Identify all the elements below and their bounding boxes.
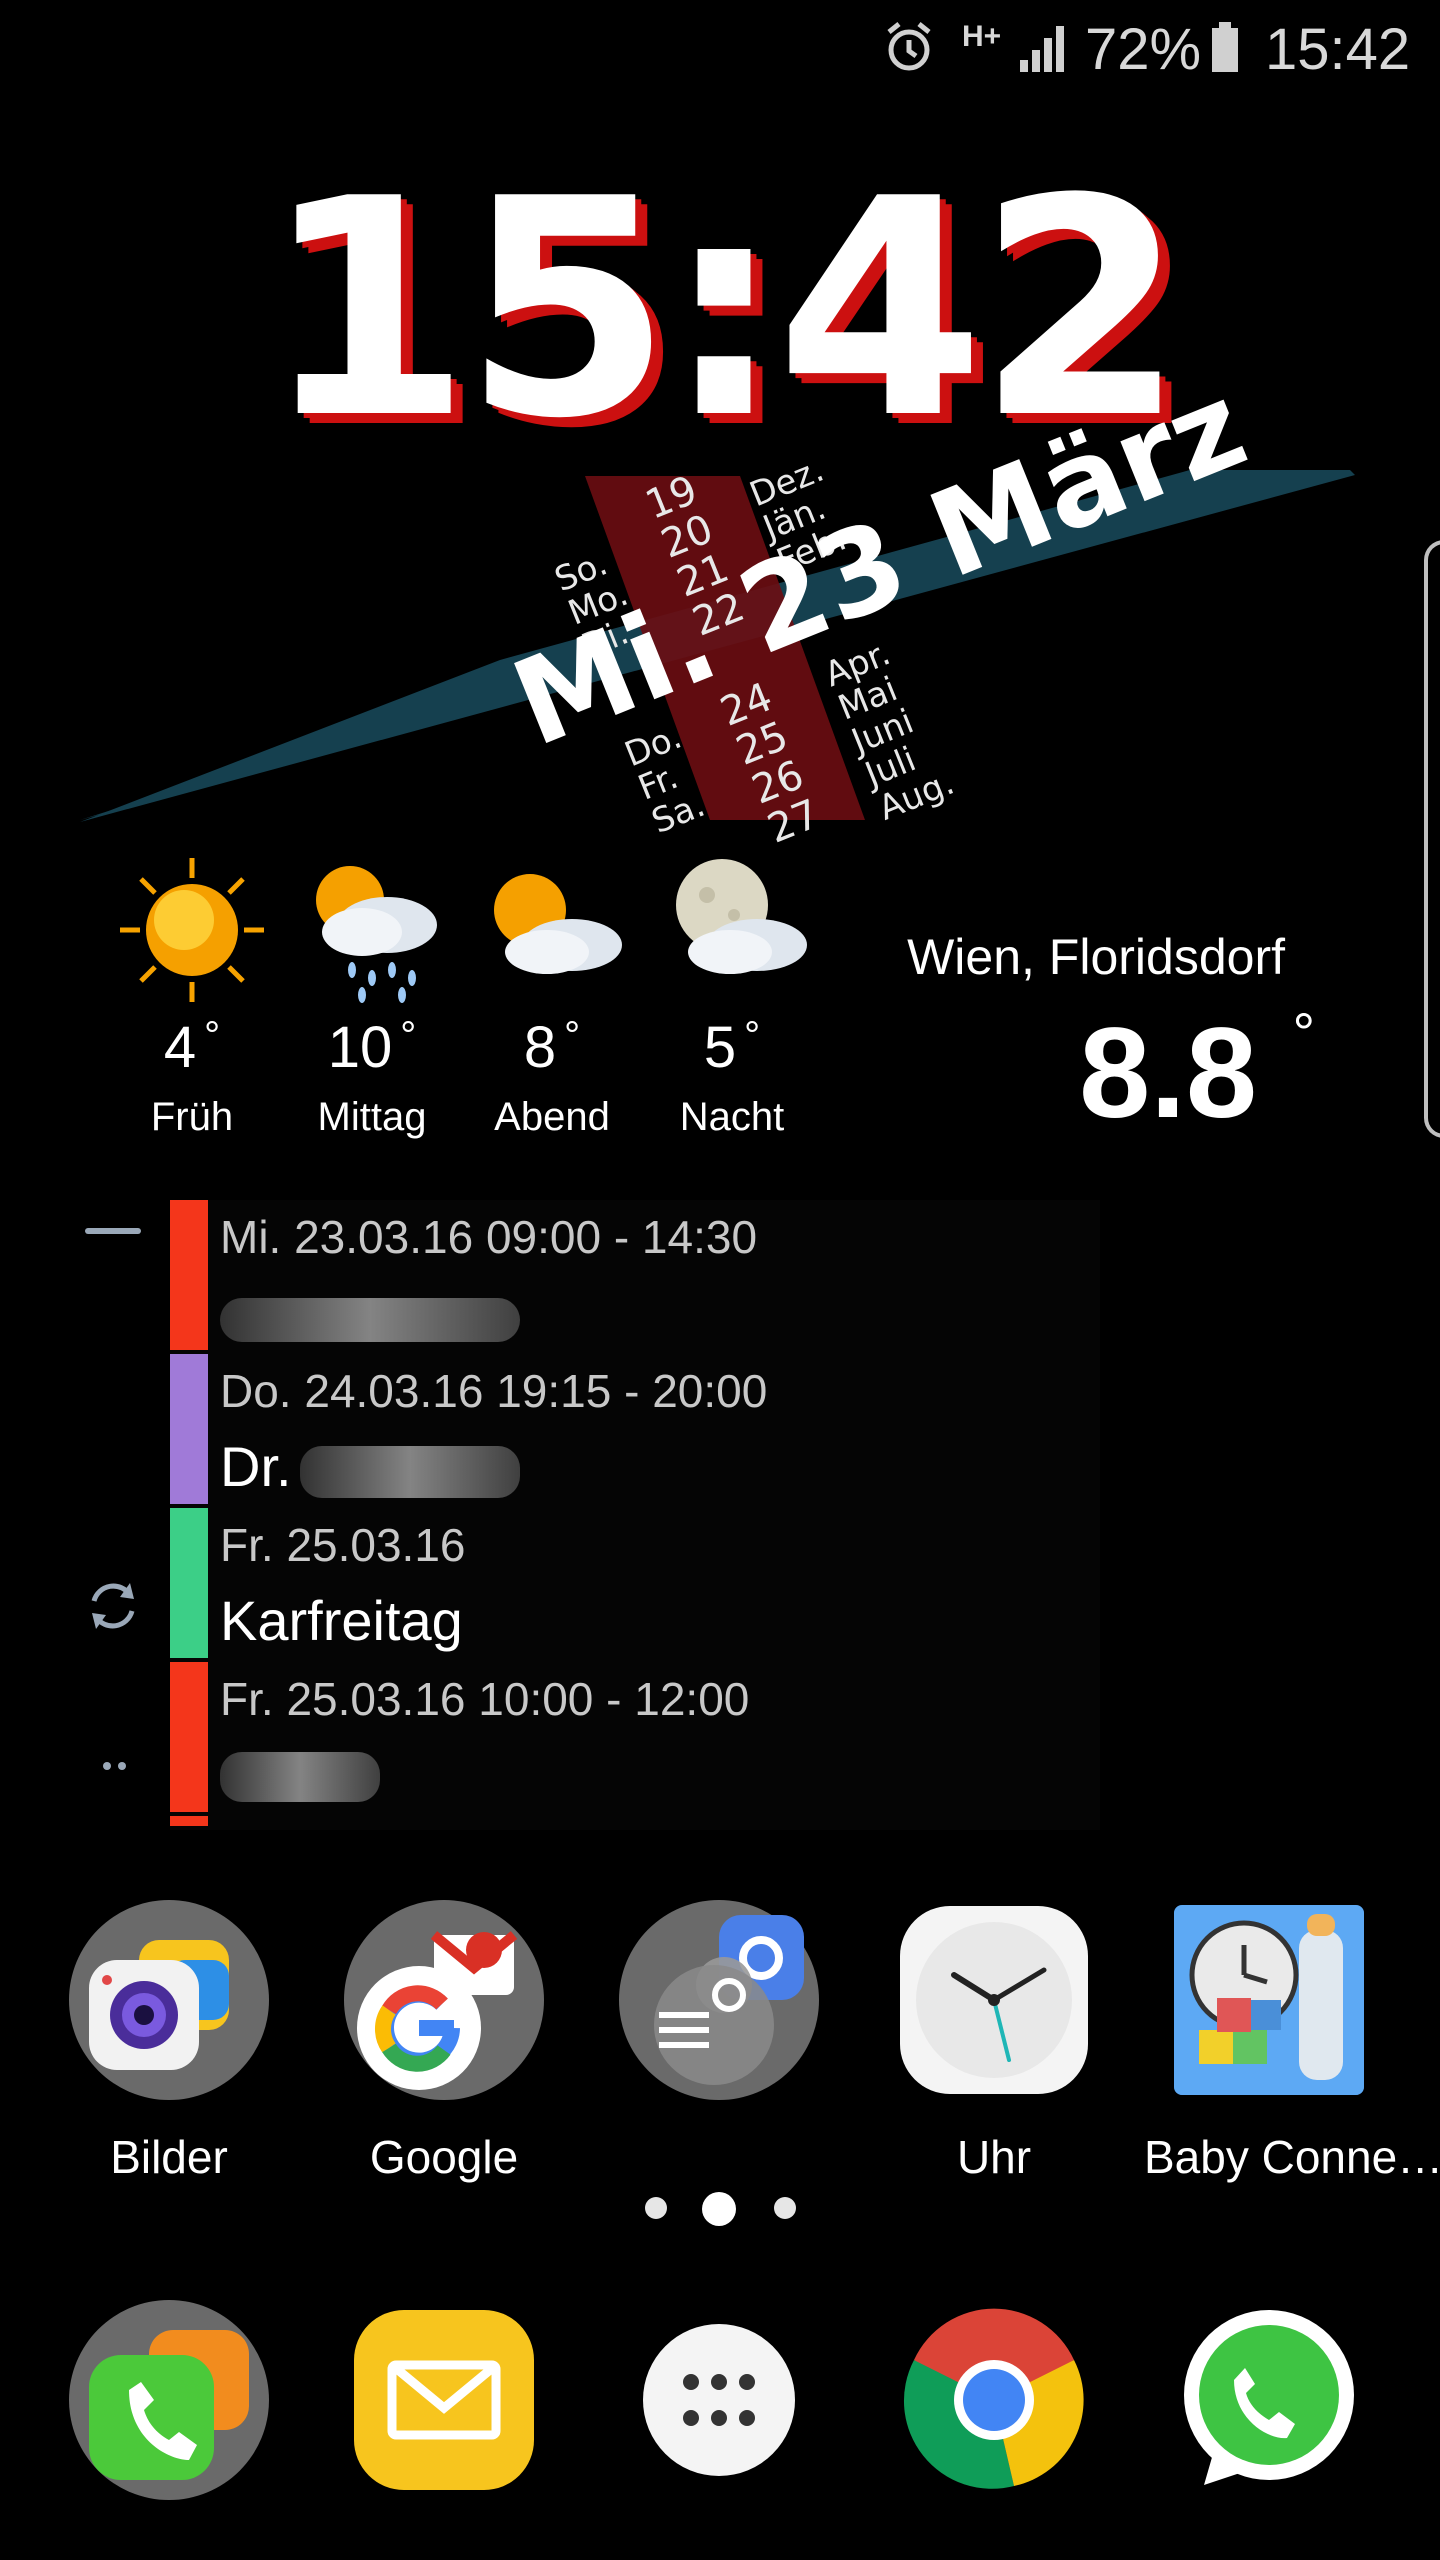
- dock-chrome[interactable]: [869, 2300, 1119, 2500]
- sun-rain-cloud-icon: [292, 850, 452, 1010]
- app-label: Baby Conne…: [1144, 2131, 1440, 2183]
- dock-apps-drawer[interactable]: [594, 2300, 844, 2500]
- event-color-bar: [170, 1816, 208, 1826]
- degree-sign: °: [564, 1014, 581, 1058]
- agenda-event[interactable]: Fr. 25.03.16 Karfreitag: [170, 1508, 1100, 1662]
- forecast-night[interactable]: 5 ° Nacht: [642, 850, 822, 1140]
- event-time: Mi. 23.03.16 09:00 - 14:30: [220, 1211, 758, 1263]
- event-color-bar: [170, 1662, 208, 1812]
- chrome-icon: [894, 2300, 1094, 2500]
- forecast-label: Abend: [494, 1095, 610, 1139]
- current-temperature[interactable]: 8.8 °: [1079, 1000, 1315, 1147]
- event-time: Fr. 25.03.16: [220, 1519, 466, 1571]
- forecast-temp: 8: [523, 1015, 557, 1080]
- event-title: Dr.: [220, 1435, 292, 1498]
- redacted-text: [220, 1752, 380, 1802]
- page-dot[interactable]: [645, 2197, 667, 2219]
- battery-icon: [1210, 22, 1240, 74]
- event-color-bar: [170, 1354, 208, 1504]
- redacted-text: [220, 1298, 520, 1342]
- date-widget[interactable]: So. Mo. Di. Do. Fr. Sa. 19 20 21 22 24 2…: [80, 355, 1370, 853]
- forecast-temp: 4: [163, 1015, 197, 1080]
- hplus-icon: H+: [962, 20, 1002, 53]
- edge-panel-handle[interactable]: [1424, 540, 1440, 1138]
- more-dots-icon[interactable]: [103, 1762, 111, 1770]
- app-label: Bilder: [110, 2131, 228, 2183]
- dock-phone[interactable]: [44, 2300, 294, 2500]
- agenda-event[interactable]: Do. 24.03.16 19:15 - 20:00 Dr.: [170, 1354, 1100, 1508]
- event-title: Karfreitag: [220, 1589, 463, 1652]
- sun-cloud-icon: [472, 850, 632, 1010]
- google-folder-icon: [344, 1900, 544, 2100]
- event-time: Do. 24.03.16 19:15 - 20:00: [220, 1365, 768, 1417]
- battery-percent: 72%: [1085, 17, 1202, 82]
- event-time: Fr. 25.03.16 10:00 - 12:00: [220, 1673, 750, 1725]
- app-uhr[interactable]: Uhr: [869, 1900, 1119, 2184]
- redacted-text: [300, 1446, 520, 1498]
- current-temp-value: 8.8: [1079, 1002, 1258, 1145]
- dock-email[interactable]: [319, 2300, 569, 2500]
- page-dot-active[interactable]: [702, 2192, 736, 2226]
- degree-sign: °: [1292, 1001, 1315, 1064]
- page-dot[interactable]: [774, 2197, 796, 2219]
- phone-icon: [69, 2300, 269, 2500]
- forecast-noon[interactable]: 10 ° Mittag: [282, 850, 462, 1140]
- settings-folder-icon: [619, 1900, 819, 2100]
- agenda-event[interactable]: Fr. 25.03.16 10:00 - 12:00: [170, 1662, 1100, 1816]
- status-bar: H+ 72% 15:42: [0, 0, 1440, 100]
- email-icon: [344, 2300, 544, 2500]
- forecast-temp: 5: [703, 1015, 737, 1080]
- whatsapp-icon: [1169, 2300, 1369, 2500]
- app-baby-connect[interactable]: Baby Conne…: [1144, 1900, 1440, 2184]
- app-label: Google: [369, 2131, 519, 2183]
- degree-sign: °: [400, 1014, 417, 1058]
- forecast-evening[interactable]: 8 ° Abend: [462, 850, 642, 1140]
- alarm-icon: [885, 20, 933, 76]
- more-dots-icon[interactable]: [118, 1762, 126, 1770]
- sun-icon: [112, 850, 272, 1010]
- status-time: 15:42: [1265, 17, 1411, 82]
- forecast-label: Mittag: [317, 1095, 427, 1139]
- weather-location[interactable]: Wien, Floridsdorf: [907, 928, 1285, 986]
- gallery-folder-icon: [69, 1900, 269, 2100]
- apps-drawer-icon: [619, 2300, 819, 2500]
- degree-sign: °: [204, 1014, 221, 1058]
- baby-connect-icon: [1169, 1900, 1369, 2100]
- event-color-bar: [170, 1508, 208, 1658]
- app-label: Uhr: [956, 2131, 1032, 2183]
- degree-sign: °: [744, 1014, 761, 1058]
- app-google[interactable]: Google: [319, 1900, 569, 2184]
- clock-icon: [894, 1900, 1094, 2100]
- agenda-widget: Mi. 23.03.16 09:00 - 14:30 Do. 24.03.16 …: [170, 1200, 1100, 1830]
- app-bilder[interactable]: Bilder: [44, 1900, 294, 2184]
- app-settings-folder[interactable]: [594, 1900, 844, 2130]
- dock-whatsapp[interactable]: [1144, 2300, 1394, 2500]
- forecast-label: Früh: [150, 1095, 234, 1139]
- agenda-event[interactable]: Mi. 23.03.16 09:00 - 14:30: [170, 1200, 1100, 1354]
- forecast-temp: 10: [327, 1015, 393, 1080]
- event-color-bar: [170, 1200, 208, 1350]
- collapse-handle-icon[interactable]: [85, 1228, 141, 1234]
- refresh-icon[interactable]: [82, 1575, 144, 1642]
- moon-cloud-icon: [652, 850, 812, 1010]
- signal-icon: [1018, 24, 1070, 74]
- forecast-label: Nacht: [679, 1095, 785, 1139]
- forecast-early[interactable]: 4 ° Früh: [102, 850, 282, 1140]
